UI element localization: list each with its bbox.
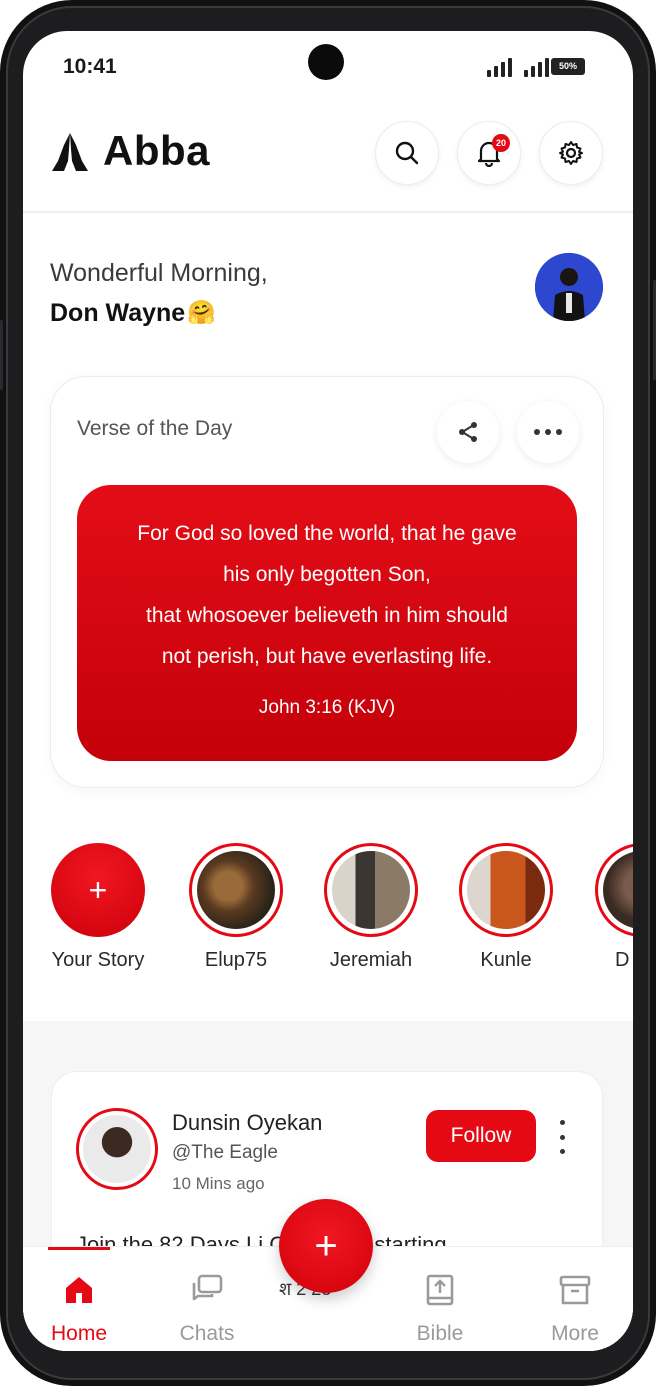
story-ring bbox=[459, 843, 553, 937]
story-item[interactable]: Kunle bbox=[446, 843, 566, 972]
search-button[interactable] bbox=[375, 121, 439, 185]
user-name: Don Wayne bbox=[50, 299, 186, 327]
verse-text: For God so loved the world, that he gave… bbox=[87, 513, 567, 677]
verse-reference: John 3:16 (KJV) bbox=[258, 697, 396, 718]
app-header: Abba 20 bbox=[23, 109, 633, 213]
battery-icon: 50% bbox=[551, 58, 585, 75]
archive-icon bbox=[559, 1275, 591, 1305]
create-post-fab[interactable]: + bbox=[279, 1199, 373, 1293]
bible-icon bbox=[426, 1274, 454, 1306]
story-label: Your Story bbox=[51, 949, 145, 971]
story-item[interactable]: Jeremiah bbox=[311, 843, 431, 972]
nav-label: Home bbox=[50, 1322, 108, 1345]
story-thumbnail bbox=[467, 851, 545, 929]
signal-icon bbox=[487, 57, 549, 77]
nav-bible[interactable]: Bible bbox=[390, 1273, 490, 1346]
nav-chats[interactable]: Chats bbox=[157, 1273, 257, 1346]
story-label: Jeremiah bbox=[329, 949, 413, 971]
status-bar: 10:41 50% bbox=[23, 31, 633, 101]
notification-badge: 20 bbox=[492, 134, 510, 152]
story-thumbnail bbox=[603, 851, 633, 929]
story-item[interactable]: Elup75 bbox=[176, 843, 296, 972]
follow-button[interactable]: Follow bbox=[426, 1110, 536, 1162]
post-author-name[interactable]: Dunsin Oyekan bbox=[172, 1110, 322, 1136]
kebab-dot bbox=[559, 1149, 565, 1154]
verse-line: that whosoever believeth in him should bbox=[146, 604, 508, 627]
share-icon bbox=[459, 422, 477, 442]
verse-of-the-day-card: Verse of the Day For God so loved the wo… bbox=[50, 376, 604, 788]
more-horizontal-icon bbox=[534, 429, 562, 435]
verse-line: not perish, but have everlasting life. bbox=[161, 645, 493, 668]
status-time: 10:41 bbox=[63, 55, 117, 78]
story-item[interactable]: D bbox=[581, 843, 633, 972]
share-button[interactable] bbox=[437, 401, 499, 463]
profile-avatar[interactable] bbox=[535, 253, 603, 321]
app-logo-text: Abba bbox=[103, 127, 210, 174]
avatar-image bbox=[83, 1115, 151, 1183]
active-tab-indicator bbox=[48, 1247, 110, 1250]
front-camera bbox=[308, 44, 344, 80]
story-label: D bbox=[615, 949, 630, 971]
kebab-dot bbox=[559, 1120, 565, 1125]
more-options-button[interactable] bbox=[517, 401, 579, 463]
story-thumbnail bbox=[332, 851, 410, 929]
verse-line: For God so loved the world, that he gave bbox=[137, 522, 517, 545]
story-label: Elup75 bbox=[204, 949, 268, 971]
nav-home[interactable]: Home bbox=[29, 1273, 129, 1346]
post-author-handle: @The Eagle bbox=[172, 1142, 278, 1163]
greeting-text: Wonderful Morning, bbox=[50, 259, 268, 287]
post-author-avatar[interactable] bbox=[76, 1108, 158, 1190]
chat-icon bbox=[192, 1274, 223, 1301]
story-ring bbox=[595, 843, 633, 937]
hug-emoji: 🤗 bbox=[187, 299, 216, 325]
praying-hands-icon bbox=[52, 133, 88, 171]
story-thumbnail bbox=[197, 851, 275, 929]
avatar-image bbox=[535, 253, 603, 321]
notifications-button[interactable]: 20 bbox=[457, 121, 521, 185]
post-menu-button[interactable] bbox=[552, 1120, 572, 1154]
nav-label: Bible bbox=[416, 1322, 464, 1345]
kebab-dot bbox=[559, 1134, 565, 1140]
story-add[interactable]: + Your Story bbox=[38, 843, 158, 972]
story-label: Kunle bbox=[480, 949, 532, 971]
settings-button[interactable] bbox=[539, 121, 603, 185]
verse-card-title: Verse of the Day bbox=[77, 417, 233, 440]
app-screen: 10:41 50% Abba 20 Wonderful Morning, Don… bbox=[23, 31, 633, 1351]
nav-label: More bbox=[551, 1322, 599, 1345]
search-icon bbox=[395, 141, 419, 165]
phone-frame: 10:41 50% Abba 20 Wonderful Morning, Don… bbox=[0, 0, 656, 1386]
nav-label: Chats bbox=[179, 1322, 235, 1345]
side-button bbox=[0, 320, 3, 390]
story-ring bbox=[324, 843, 418, 937]
gear-icon bbox=[559, 141, 583, 165]
post-timestamp: 10 Mins ago bbox=[172, 1174, 265, 1193]
story-ring bbox=[189, 843, 283, 937]
verse-panel: For God so loved the world, that he gave… bbox=[77, 485, 577, 761]
nav-more[interactable]: More bbox=[525, 1273, 625, 1346]
add-story-button[interactable]: + bbox=[51, 843, 145, 937]
home-icon bbox=[66, 1277, 92, 1303]
verse-line: his only begotten Son, bbox=[223, 563, 431, 586]
